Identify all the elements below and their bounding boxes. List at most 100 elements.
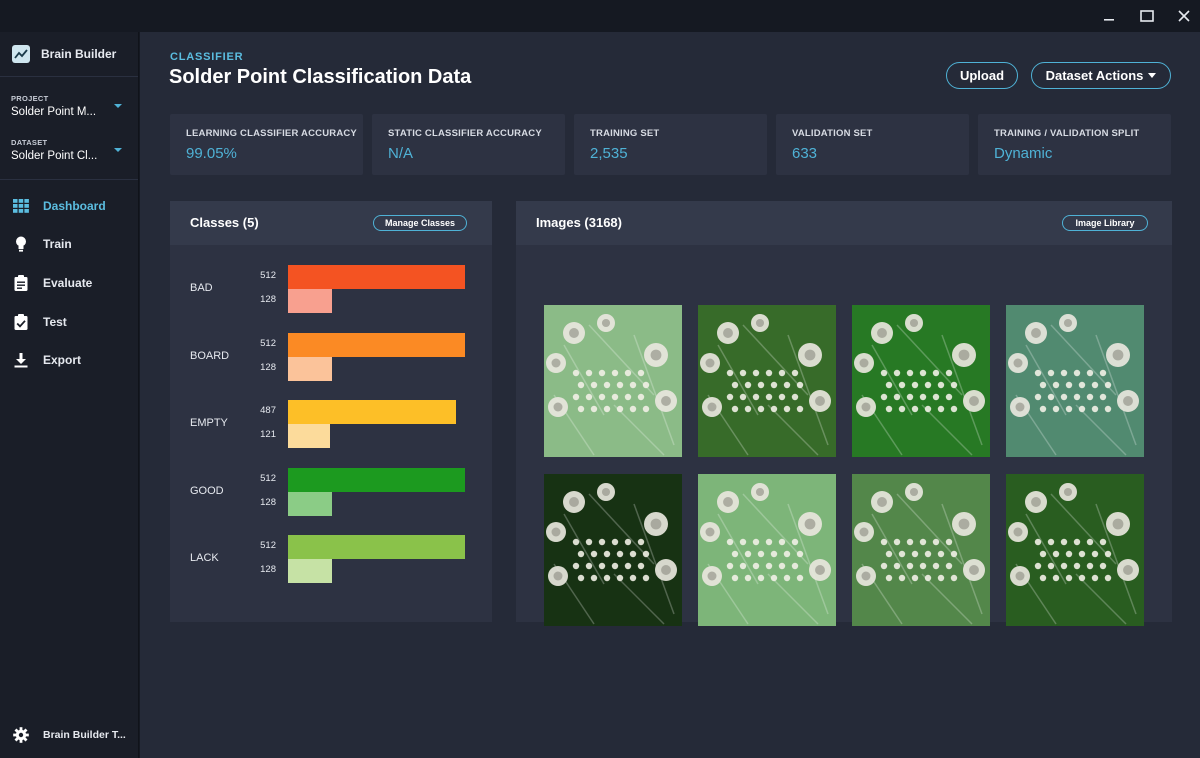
account-label: Brain Builder T...	[43, 729, 126, 741]
classes-title: Classes (5)	[190, 215, 259, 230]
window-titlebar	[0, 0, 1200, 32]
manage-classes-label: Manage Classes	[384, 218, 456, 228]
train-bar	[288, 332, 465, 357]
class-label: EMPTY	[190, 417, 228, 429]
class-label: BAD	[190, 282, 213, 294]
stat-label: STATIC CLASSIFIER ACCURACY	[388, 128, 542, 139]
class-label: LACK	[190, 552, 219, 564]
page-title: Solder Point Classification Data	[169, 66, 472, 88]
brand-logo-icon	[12, 45, 30, 63]
image-thumbnail[interactable]	[852, 305, 990, 457]
class-label: GOOD	[190, 484, 224, 497]
validation-bar	[288, 559, 333, 583]
dataset-value: Solder Point Cl...	[11, 150, 98, 162]
stat-label: LEARNING CLASSIFIER ACCURACY	[186, 128, 357, 139]
validation-bar	[288, 356, 333, 381]
image-thumbnail[interactable]	[544, 474, 682, 626]
nav-item-export[interactable]: Export	[0, 345, 138, 375]
validation-count: 128	[260, 564, 276, 575]
stat-value: 633	[792, 145, 818, 162]
image-thumbnail[interactable]	[1006, 474, 1144, 626]
nav-label: Export	[43, 353, 82, 367]
dataset-picker[interactable]: DATASET Solder Point Cl...	[11, 138, 126, 162]
project-value: Solder Point M...	[11, 106, 97, 118]
stat-value: Dynamic	[994, 145, 1053, 162]
stat-static-accuracy: STATIC CLASSIFIER ACCURACY N/A	[372, 114, 565, 175]
download-icon	[13, 352, 29, 368]
chevron-down-icon	[1148, 73, 1157, 78]
brand-name: Brain Builder	[41, 47, 117, 61]
stat-learning-accuracy: LEARNING CLASSIFIER ACCURACY 99.05%	[170, 114, 363, 175]
image-thumbnail[interactable]	[852, 474, 990, 626]
train-bar	[288, 467, 465, 492]
nav-item-train[interactable]: Train	[0, 229, 138, 259]
page-eyebrow: CLASSIFIER	[170, 51, 244, 63]
nav-label: Dashboard	[43, 199, 106, 213]
image-thumbnail[interactable]	[698, 305, 836, 457]
classes-panel: Classes (5) Manage Classes BAD 512 128 BOAR…	[170, 201, 492, 622]
dataset-label: DATASET	[11, 138, 48, 147]
divider	[0, 76, 138, 77]
stat-label: TRAINING SET	[590, 128, 660, 139]
brand[interactable]: Brain Builder	[12, 44, 116, 64]
project-label: PROJECT	[11, 94, 49, 103]
images-panel-header: Images (3168) Image Library	[516, 201, 1172, 245]
maximize-icon[interactable]	[1136, 6, 1158, 26]
chevron-down-icon	[114, 104, 122, 108]
upload-button-label: Upload	[959, 68, 1005, 83]
stat-training-set: TRAINING SET 2,535	[574, 114, 767, 175]
main-content: CLASSIFIER Solder Point Classification D…	[140, 32, 1200, 758]
image-thumbnail[interactable]	[1006, 305, 1144, 457]
train-bar	[288, 535, 465, 559]
nav-label: Train	[43, 237, 72, 251]
project-picker[interactable]: PROJECT Solder Point M...	[11, 94, 126, 118]
validation-count: 128	[260, 496, 276, 508]
image-thumbnail[interactable]	[544, 305, 682, 457]
train-count: 512	[260, 337, 276, 349]
stat-label: VALIDATION SET	[792, 128, 873, 139]
clipboard-check-icon	[13, 314, 29, 330]
lightbulb-icon	[13, 236, 29, 252]
train-bar	[288, 265, 465, 289]
stat-label: TRAINING / VALIDATION SPLIT	[994, 128, 1140, 139]
nav-label: Evaluate	[43, 276, 93, 290]
manage-classes-button[interactable]: Manage Classes	[373, 215, 467, 231]
class-label: BOARD	[190, 349, 230, 362]
images-panel: Images (3168) Image Library	[516, 201, 1172, 626]
train-count: 512	[260, 540, 276, 551]
validation-count: 121	[260, 429, 276, 440]
stat-value: 2,535	[590, 145, 628, 162]
minimize-icon[interactable]	[1098, 6, 1120, 26]
validation-bar	[288, 289, 333, 313]
stat-split: TRAINING / VALIDATION SPLIT Dynamic	[978, 114, 1171, 175]
nav-item-test[interactable]: Test	[0, 307, 138, 337]
validation-count: 128	[260, 361, 276, 373]
stat-validation-set: VALIDATION SET 633	[776, 114, 969, 175]
nav-label: Test	[43, 315, 67, 329]
train-count: 487	[260, 405, 276, 416]
image-library-label: Image Library	[1075, 218, 1135, 228]
stat-value: N/A	[388, 145, 414, 162]
train-count: 512	[260, 270, 276, 281]
validation-bar	[288, 491, 333, 516]
sidebar: Brain Builder PROJECT Solder Point M... …	[0, 32, 139, 758]
account-menu[interactable]: Brain Builder T...	[0, 724, 138, 746]
stat-value: 99.05%	[186, 145, 237, 162]
classes-panel-header: Classes (5) Manage Classes	[170, 201, 492, 245]
dataset-actions-label: Dataset Actions	[1045, 68, 1144, 83]
nav-item-evaluate[interactable]: Evaluate	[0, 268, 138, 298]
grid-icon	[13, 198, 29, 214]
divider	[0, 179, 138, 180]
dataset-actions-button[interactable]: Dataset Actions	[1031, 62, 1171, 89]
close-icon[interactable]	[1173, 6, 1195, 26]
validation-count: 128	[260, 294, 276, 305]
nav-item-dashboard[interactable]: Dashboard	[0, 191, 138, 221]
validation-bar	[288, 424, 330, 448]
image-library-button[interactable]: Image Library	[1062, 215, 1148, 231]
gear-icon	[13, 727, 29, 743]
chevron-down-icon	[114, 148, 122, 152]
images-title: Images (3168)	[536, 215, 622, 230]
clipboard-icon	[13, 275, 29, 291]
upload-button[interactable]: Upload	[946, 62, 1018, 89]
image-thumbnail[interactable]	[698, 474, 836, 626]
